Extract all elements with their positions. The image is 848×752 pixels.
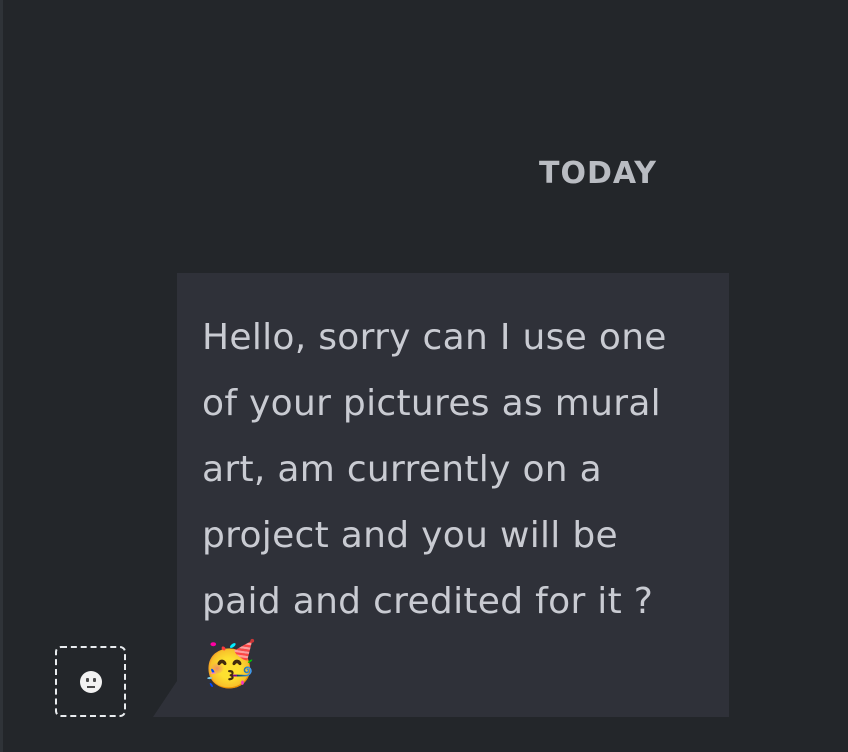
message-bubble-tail [153,681,177,717]
avatar-mouth [86,685,95,688]
chat-window: TODAY Hello, sorry can I use one of your… [0,0,848,752]
message-body: Hello, sorry can I use one of your pictu… [202,317,667,622]
partying-face-emoji: 🥳 [202,639,258,690]
date-divider: TODAY [539,156,657,191]
avatar[interactable] [55,646,126,717]
message-bubble[interactable]: Hello, sorry can I use one of your pictu… [177,273,729,717]
message-text: Hello, sorry can I use one of your pictu… [202,305,705,701]
smiley-face-icon [79,670,102,693]
